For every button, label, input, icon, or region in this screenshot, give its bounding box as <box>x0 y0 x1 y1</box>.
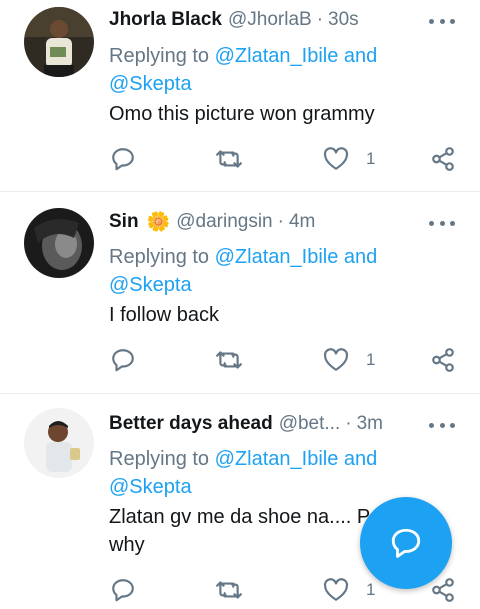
display-name[interactable]: Sin <box>109 211 139 233</box>
display-name[interactable]: Better days ahead <box>109 413 273 435</box>
timestamp[interactable]: 3m <box>357 413 383 435</box>
like-count: 1 <box>366 580 376 599</box>
avatar[interactable] <box>24 7 94 77</box>
mention-link[interactable]: @Skepta <box>109 274 192 296</box>
timestamp[interactable]: 4m <box>289 211 315 233</box>
tweet-actions: 1 <box>0 145 480 175</box>
replying-to: Replying to @Zlatan_Ibile and @Skepta <box>109 42 377 98</box>
tweet-actions: 1 <box>0 346 480 376</box>
tweet-text-line: Zlatan gv me da shoe na.... P <box>109 506 371 528</box>
mention-link[interactable]: @Zlatan_Ibile and <box>215 45 378 67</box>
heart-icon[interactable] <box>322 576 350 604</box>
tweet-item[interactable]: Jhorla Black @JhorlaB · 30s Replying to … <box>0 0 480 192</box>
user-handle[interactable]: @JhorlaB <box>228 9 312 31</box>
replying-to: Replying to @Zlatan_Ibile and @Skepta <box>109 445 377 501</box>
reply-icon[interactable] <box>109 145 137 173</box>
share-icon[interactable] <box>429 576 457 604</box>
tweet-text-line: why <box>109 534 145 556</box>
separator-dot: · <box>316 9 324 30</box>
separator-dot: · <box>277 211 284 232</box>
tweet-header: Sin 🌼 @daringsin · 4m <box>109 207 420 237</box>
compose-reply-button[interactable] <box>360 497 452 589</box>
share-icon[interactable] <box>429 145 457 173</box>
display-name[interactable]: Jhorla Black <box>109 9 222 31</box>
compose-reply-icon <box>391 528 421 558</box>
user-handle[interactable]: @bet... <box>279 413 341 435</box>
reply-icon[interactable] <box>109 576 137 604</box>
tweet-header: Better days ahead @bet... · 3m <box>109 409 420 439</box>
retweet-icon[interactable] <box>215 145 243 173</box>
reply-icon[interactable] <box>109 346 137 374</box>
tweet-text: I follow back <box>109 304 220 326</box>
user-handle[interactable]: @daringsin <box>176 211 272 233</box>
replying-prefix: Replying to <box>109 246 210 268</box>
more-options-icon[interactable] <box>429 415 455 435</box>
tweet-item[interactable]: Sin 🌼 @daringsin · 4m Replying to @Zlata… <box>0 192 480 394</box>
tweet-header: Jhorla Black @JhorlaB · 30s <box>109 5 420 35</box>
separator-dot: · <box>345 413 352 434</box>
mention-link[interactable]: @Zlatan_Ibile and <box>215 246 378 268</box>
share-icon[interactable] <box>429 346 457 374</box>
retweet-icon[interactable] <box>215 346 243 374</box>
flower-emoji-icon: 🌼 <box>146 212 171 233</box>
mention-link[interactable]: @Skepta <box>109 476 192 498</box>
replying-prefix: Replying to <box>109 448 210 470</box>
more-options-icon[interactable] <box>429 11 455 31</box>
replying-to: Replying to @Zlatan_Ibile and @Skepta <box>109 243 377 299</box>
tweet-text: Omo this picture won grammy <box>109 103 375 125</box>
heart-icon[interactable] <box>322 346 350 374</box>
timestamp[interactable]: 30s <box>328 9 359 31</box>
avatar[interactable] <box>24 408 94 478</box>
heart-icon[interactable] <box>322 145 350 173</box>
more-options-icon[interactable] <box>429 213 455 233</box>
replying-prefix: Replying to <box>109 45 210 67</box>
like-count: 1 <box>366 350 376 369</box>
avatar[interactable] <box>24 208 94 278</box>
retweet-icon[interactable] <box>215 576 243 604</box>
mention-link[interactable]: @Zlatan_Ibile and <box>215 448 378 470</box>
like-count: 1 <box>366 149 376 168</box>
mention-link[interactable]: @Skepta <box>109 73 192 95</box>
tweet-text: Zlatan gv me da shoe na.... P why <box>109 503 379 559</box>
